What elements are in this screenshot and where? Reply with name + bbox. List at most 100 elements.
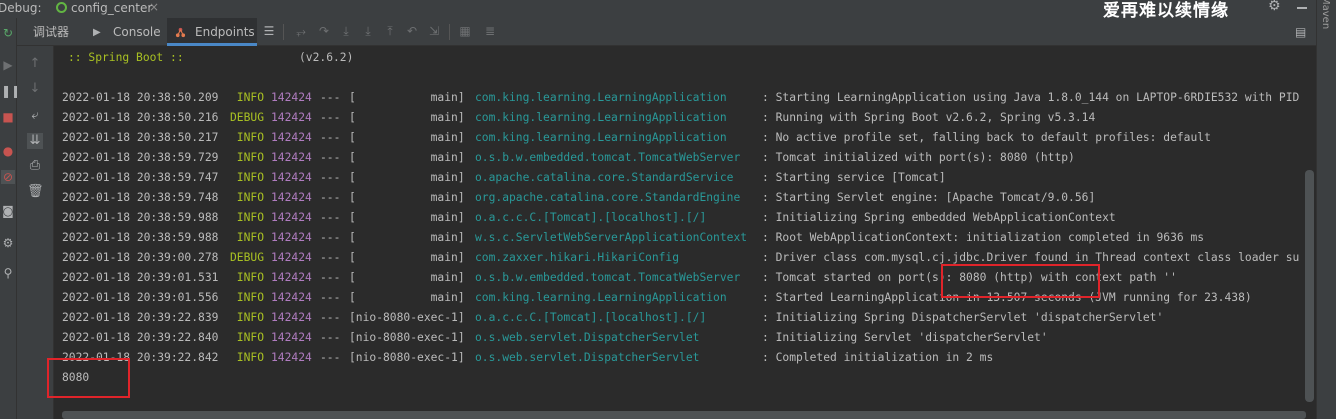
- log-logger[interactable]: com.king.learning.LearningApplication: [475, 130, 727, 146]
- log-level: INFO: [230, 311, 265, 324]
- banner-name: :: Spring Boot ::: [68, 51, 184, 64]
- step-over-icon[interactable]: ↷: [317, 24, 331, 38]
- log-pid: 142424: [271, 91, 312, 104]
- maven-tab-label[interactable]: Maven: [1320, 0, 1331, 29]
- log-logger[interactable]: com.king.learning.LearningApplication: [475, 90, 727, 106]
- log-logger[interactable]: o.a.c.c.C.[Tomcat].[localhost].[/]: [475, 210, 706, 226]
- right-tool-strip: Maven: [1316, 0, 1336, 419]
- log-logger[interactable]: com.king.learning.LearningApplication: [475, 290, 727, 306]
- log-thread: [ main]: [349, 191, 465, 204]
- log-pid: 142424: [271, 331, 312, 344]
- log-ts: 2022-01-18 20:39:00.278: [62, 251, 219, 264]
- tab-console[interactable]: ▶ Console: [83, 18, 167, 46]
- pause-icon[interactable]: ❚❚: [1, 84, 21, 98]
- up-stack-icon[interactable]: ↑: [27, 56, 43, 72]
- layout-settings-icon[interactable]: ▤: [1295, 25, 1306, 39]
- log-level: INFO: [230, 91, 265, 104]
- pin-icon[interactable]: ⚲: [1, 266, 15, 280]
- log-logger[interactable]: com.king.learning.LearningApplication: [475, 110, 727, 126]
- log-logger[interactable]: o.s.b.w.embedded.tomcat.TomcatWebServer: [475, 150, 740, 166]
- log-sep: ---: [320, 331, 341, 344]
- log-level: INFO: [230, 331, 265, 344]
- log-thread: [ main]: [349, 291, 465, 304]
- trace-icon[interactable]: ≣: [483, 24, 497, 38]
- log-sep: ---: [320, 191, 341, 204]
- run-config-name[interactable]: config_center: [71, 1, 152, 15]
- close-tab-icon[interactable]: ×: [149, 0, 159, 14]
- log-thread: [nio-8080-exec-1]: [349, 311, 465, 324]
- log-thread: [ main]: [349, 271, 465, 284]
- resume-icon[interactable]: ▶: [1, 58, 15, 72]
- trash-icon[interactable]: 🗑: [27, 184, 44, 200]
- horizontal-scrollbar[interactable]: [62, 411, 1306, 419]
- vertical-scrollbar[interactable]: [1305, 170, 1314, 402]
- evaluate-expression-icon[interactable]: ▦: [458, 24, 472, 38]
- log-msg: : Root WebApplicationContext: initializa…: [762, 231, 1205, 244]
- soft-wrap-icon[interactable]: ⤶: [27, 108, 43, 124]
- log-level: DEBUG: [230, 111, 265, 124]
- log-logger[interactable]: o.s.b.w.embedded.tomcat.TomcatWebServer: [475, 270, 740, 286]
- print-icon[interactable]: ⎙: [27, 158, 43, 174]
- tab-debugger[interactable]: 调试器: [17, 18, 73, 46]
- mute-breakpoints-icon[interactable]: ⊘: [1, 170, 15, 184]
- stop-icon[interactable]: ■: [1, 110, 15, 124]
- debug-label: Debug:: [0, 1, 42, 15]
- log-thread: [nio-8080-exec-1]: [349, 331, 465, 344]
- log-thread: [ main]: [349, 111, 465, 124]
- run-to-cursor-icon[interactable]: ⇲: [427, 24, 441, 38]
- console-icon: ▶: [93, 27, 101, 38]
- log-level: INFO: [230, 271, 265, 284]
- show-execution-point-icon[interactable]: ⥅: [294, 24, 308, 38]
- gear-icon[interactable]: ⚙: [1268, 0, 1281, 14]
- log-sep: ---: [320, 111, 341, 124]
- minimize-icon[interactable]: [1297, 7, 1307, 9]
- log-sep: ---: [320, 271, 341, 284]
- log-ts: 2022-01-18 20:38:50.217: [62, 131, 219, 144]
- log-logger[interactable]: o.apache.catalina.core.StandardService: [475, 170, 733, 186]
- log-ts: 2022-01-18 20:39:22.840: [62, 331, 219, 344]
- tab-endpoints[interactable]: Endpoints: [167, 18, 257, 46]
- step-out-icon[interactable]: ⤒: [383, 24, 397, 38]
- log-msg: : Tomcat initialized with port(s): 8080 …: [762, 151, 1075, 164]
- view-breakpoints-icon[interactable]: ●: [1, 144, 15, 158]
- log-sep: ---: [320, 311, 341, 324]
- log-pid: 142424: [271, 351, 312, 364]
- log-sep: ---: [320, 351, 341, 364]
- rerun-icon[interactable]: ↻: [1, 26, 15, 40]
- debug-title-bar: Debug: config_center × 爱再难以续情缘 ⚙: [0, 0, 1336, 21]
- log-thread: [ main]: [349, 91, 465, 104]
- log-sep: ---: [320, 211, 341, 224]
- down-stack-icon[interactable]: ↓: [27, 81, 43, 97]
- log-ts: 2022-01-18 20:38:50.209: [62, 91, 219, 104]
- log-ts: 2022-01-18 20:38:59.988: [62, 231, 219, 244]
- log-pid: 142424: [271, 151, 312, 164]
- log-logger[interactable]: com.zaxxer.hikari.HikariConfig: [475, 250, 679, 266]
- log-level: DEBUG: [230, 251, 265, 264]
- force-step-into-icon[interactable]: ⤓: [361, 24, 375, 38]
- log-logger[interactable]: o.s.web.servlet.DispatcherServlet: [475, 330, 699, 346]
- scroll-to-end-icon[interactable]: ⇊: [27, 133, 43, 149]
- log-pid: 142424: [271, 211, 312, 224]
- drop-frame-icon[interactable]: ↶: [405, 24, 419, 38]
- spring-config-icon: [56, 2, 67, 13]
- camera-icon[interactable]: ◙: [1, 204, 15, 218]
- log-logger[interactable]: o.s.web.servlet.DispatcherServlet: [475, 350, 699, 366]
- settings-icon[interactable]: ⚙: [1, 236, 15, 250]
- log-pid: 142424: [271, 271, 312, 284]
- log-level: INFO: [230, 291, 265, 304]
- banner-version: (v2.6.2): [299, 51, 354, 64]
- menu-icon[interactable]: ☰: [262, 24, 276, 38]
- tab-debugger-label: 调试器: [33, 25, 70, 39]
- log-pid: 142424: [271, 131, 312, 144]
- console-output[interactable]: :: Spring Boot :: (v2.6.2) 2022-01-18 20…: [54, 46, 1316, 419]
- log-logger[interactable]: org.apache.catalina.core.StandardEngine: [475, 190, 740, 206]
- log-pid: 142424: [271, 251, 312, 264]
- log-level: INFO: [230, 171, 265, 184]
- step-into-icon[interactable]: ⤓: [339, 24, 353, 38]
- log-logger[interactable]: o.a.c.c.C.[Tomcat].[localhost].[/]: [475, 310, 706, 326]
- log-msg: : Initializing Spring DispatcherServlet …: [762, 311, 1164, 324]
- log-thread: [ main]: [349, 171, 465, 184]
- log-level: INFO: [230, 351, 265, 364]
- log-ts: 2022-01-18 20:38:59.747: [62, 171, 219, 184]
- log-logger[interactable]: w.s.c.ServletWebServerApplicationContext: [475, 230, 747, 246]
